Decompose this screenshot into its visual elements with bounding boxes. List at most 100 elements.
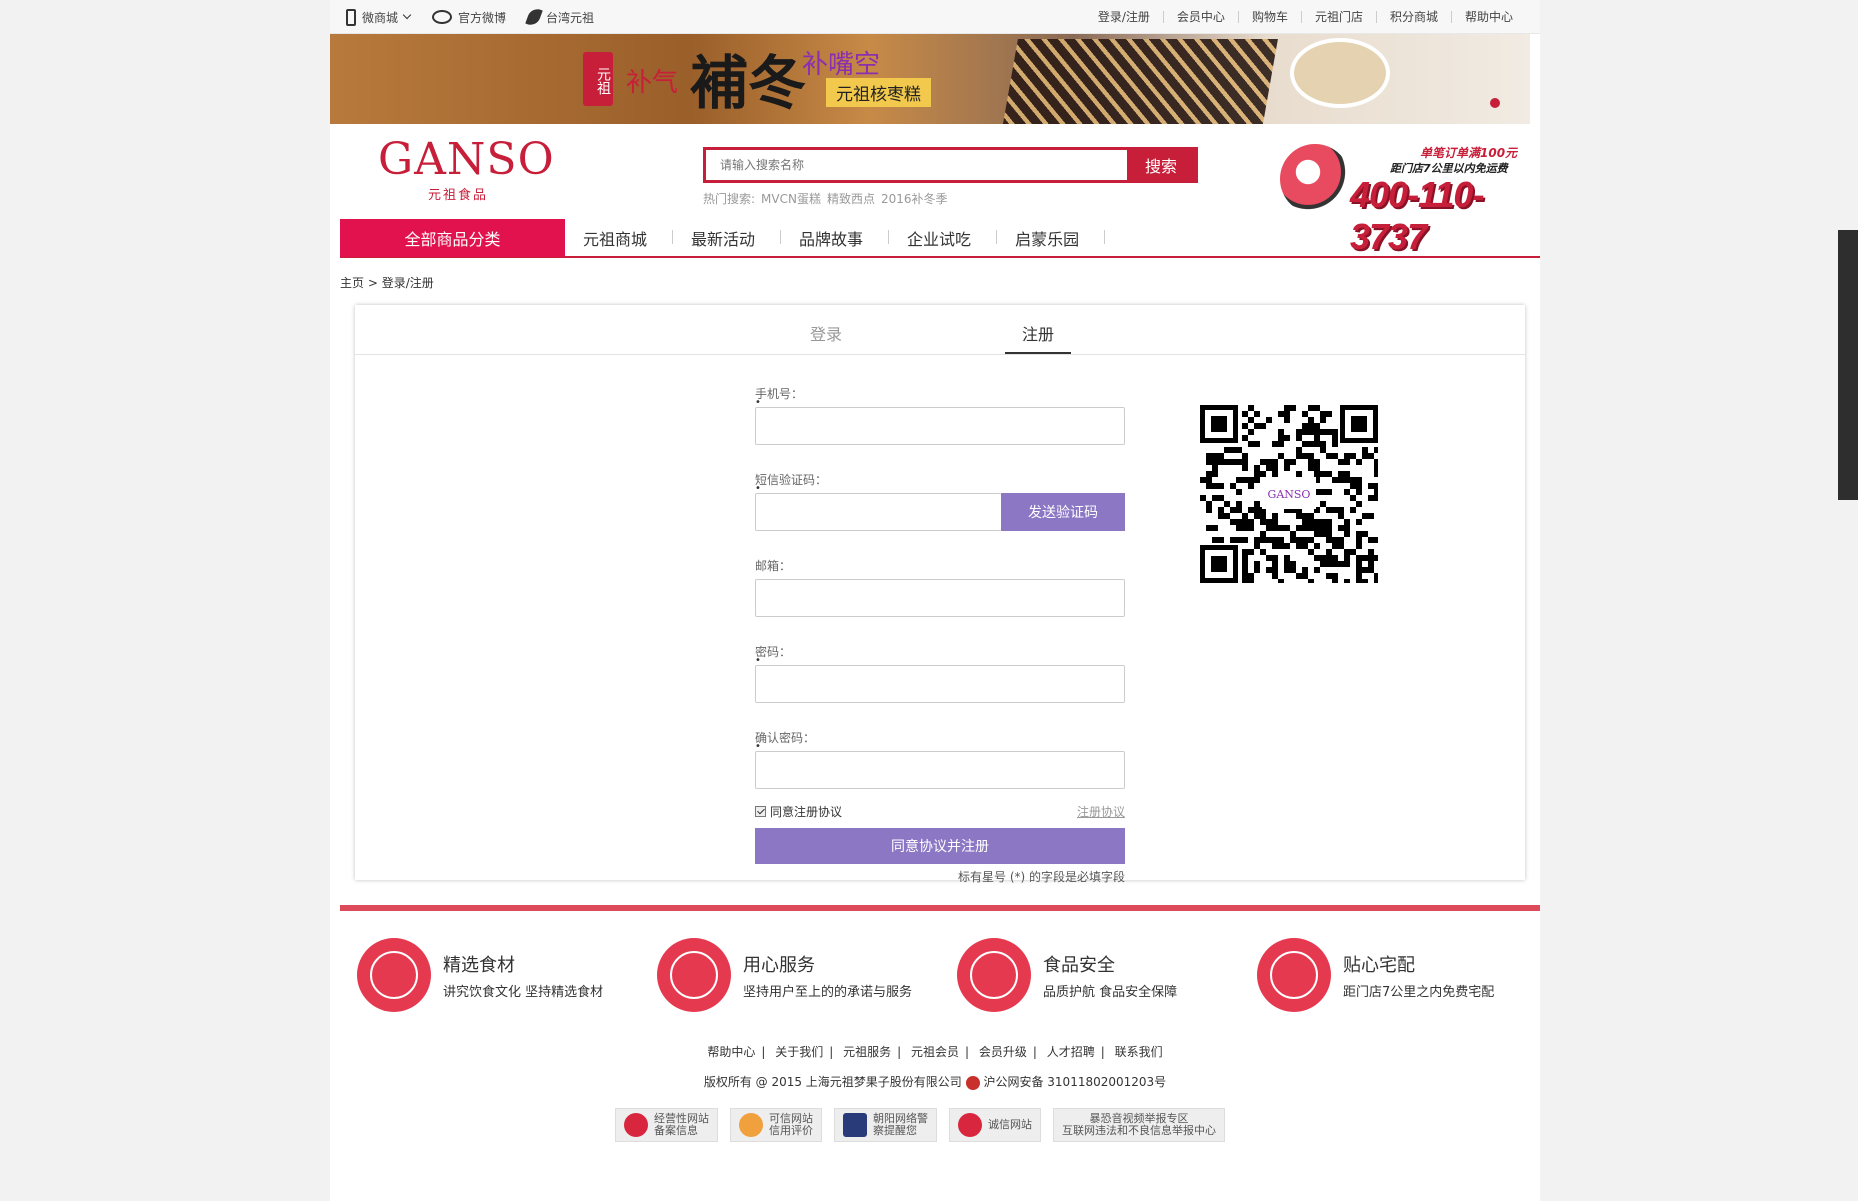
confirm-password-label: 确认密码： bbox=[755, 731, 816, 745]
login-register-link[interactable]: 登录/注册 bbox=[1085, 11, 1163, 23]
banner-text-4: 元祖核枣糕 bbox=[826, 78, 931, 107]
register-submit-button[interactable]: 同意协议并注册 bbox=[755, 828, 1125, 864]
sms-code-input[interactable] bbox=[755, 493, 1001, 531]
sgs-check-icon bbox=[957, 938, 1031, 1012]
weibo-icon bbox=[432, 10, 453, 24]
footer-link[interactable]: 联系我们 bbox=[1109, 1045, 1169, 1059]
hot-search-item[interactable]: MVCN蛋糕 bbox=[761, 190, 821, 207]
tab-register[interactable]: 注册 bbox=[1005, 321, 1072, 354]
register-form: 手机号： • 短信验证码： • 发送验证码 邮箱： 密码： • 确认密码： • … bbox=[755, 385, 1125, 885]
email-label: 邮箱： bbox=[755, 559, 792, 573]
footer-link[interactable]: 元祖会员 bbox=[905, 1045, 965, 1059]
hot-search-item[interactable]: 精致西点 bbox=[827, 190, 875, 207]
badge-report-center[interactable]: 暴恐音视频举报专区 互联网违法和不良信息举报中心 bbox=[1053, 1108, 1225, 1142]
banner-walnut-plate-image bbox=[1290, 38, 1390, 108]
page: 微商城 官方微博 台湾元祖 登录/注册 会员中心 购物车 元祖门店 积分商城 帮… bbox=[330, 0, 1540, 1201]
badge-business-record[interactable]: 经营性网站 备案信息 bbox=[615, 1108, 718, 1142]
nav-item-kids-park[interactable]: 启蒙乐园 bbox=[997, 226, 1106, 250]
nav-item-ganso-mall[interactable]: 元祖商城 bbox=[565, 226, 674, 250]
police-badge-icon bbox=[965, 1075, 980, 1090]
agree-checkbox[interactable]: 同意注册协议 bbox=[755, 803, 842, 820]
footer-divider bbox=[340, 905, 1540, 911]
chevron-down-icon bbox=[402, 10, 412, 20]
banner-text-2: 補冬 bbox=[690, 49, 807, 117]
footer-link[interactable]: 关于我们 bbox=[769, 1045, 829, 1059]
phone-icon bbox=[346, 8, 356, 26]
nav-item-brand-story[interactable]: 品牌故事 bbox=[781, 226, 890, 250]
delivery-promo: 单笔订单满100元 距门店7公里以内免运费 400-110-3737 bbox=[1280, 130, 1520, 257]
required-mark: • bbox=[755, 397, 761, 408]
police-icon bbox=[843, 1113, 867, 1137]
hot-searches: 热门搜索: MVCN蛋糕 精致西点 2016补冬季 bbox=[703, 190, 948, 207]
top-bar: 微商城 官方微博 台湾元祖 登录/注册 会员中心 购物车 元祖门店 积分商城 帮… bbox=[330, 0, 1540, 34]
password-label: 密码： bbox=[755, 645, 792, 659]
agreement-row: 同意注册协议 注册协议 bbox=[755, 803, 1125, 820]
copyright: 版权所有 @ 2015 上海元祖梦果子股份有限公司 沪公网安备 31011802… bbox=[703, 1075, 1167, 1090]
feature-ingredients: 精选食材 讲究饮食文化 坚持精选食材 bbox=[340, 935, 640, 1015]
tab-login[interactable]: 登录 bbox=[810, 321, 842, 345]
phone-label: 手机号： bbox=[755, 387, 804, 401]
feature-service: 用心服务 坚持用户至上的的承诺与服务 bbox=[640, 935, 940, 1015]
search-bar: 搜索 bbox=[703, 147, 1198, 183]
heart-icon bbox=[657, 938, 731, 1012]
hot-search-item[interactable]: 2016补冬季 bbox=[881, 190, 948, 207]
rabbit-scooter-icon bbox=[1280, 144, 1350, 214]
ring-icon bbox=[739, 1113, 763, 1137]
checkbox-checked-icon[interactable] bbox=[755, 806, 766, 817]
footer-link[interactable]: 元祖服务 bbox=[837, 1045, 897, 1059]
ganso-logo[interactable]: GANSO 元祖食品 bbox=[378, 138, 554, 208]
banner-seal: 元祖 bbox=[583, 52, 613, 106]
main-nav: 全部商品分类 元祖商城 最新活动 品牌故事 企业试吃 启蒙乐园 bbox=[340, 219, 1540, 258]
phone-input[interactable] bbox=[755, 407, 1125, 445]
breadcrumb-home[interactable]: 主页 bbox=[340, 276, 364, 290]
badge-integrity-site[interactable]: 诚信网站 bbox=[949, 1108, 1041, 1142]
delivery-truck-icon bbox=[1257, 938, 1331, 1012]
footer-links: 帮助中心 | 关于我们 | 元祖服务 | 元祖会员 | 会员升级 | 人才招聘 | 联系我们 bbox=[330, 1043, 1540, 1060]
sms-code-label: 短信验证码： bbox=[755, 473, 828, 487]
footer-link[interactable]: 人才招聘 bbox=[1041, 1045, 1101, 1059]
agreement-link[interactable]: 注册协议 bbox=[1077, 803, 1125, 820]
nav-item-latest-events[interactable]: 最新活动 bbox=[673, 226, 782, 250]
weibo-link[interactable]: 官方微博 bbox=[432, 9, 506, 26]
points-mall-link[interactable]: 积分商城 bbox=[1375, 11, 1451, 23]
icp-link[interactable]: 沪公网安备 31011802001203号 bbox=[983, 1075, 1166, 1089]
footer-link[interactable]: 帮助中心 bbox=[701, 1045, 761, 1059]
badge-trusted-site[interactable]: 可信网站 信用评价 bbox=[730, 1108, 822, 1142]
ganso-laurel-icon bbox=[357, 938, 431, 1012]
trust-badges: 经营性网站 备案信息 可信网站 信用评价 朝阳网络警 察提醒您 诚信网站 暴恐音视频举… bbox=[615, 1108, 1225, 1142]
banner-slide-dot[interactable] bbox=[1490, 98, 1500, 108]
feature-delivery: 贴心宅配 距门店7公里之内免费宅配 bbox=[1240, 935, 1540, 1015]
password-input[interactable] bbox=[755, 665, 1125, 703]
promo-banner[interactable]: 元祖 补气 補冬 补嘴空 元祖核枣糕 bbox=[330, 34, 1530, 124]
right-side-toolbar[interactable] bbox=[1838, 230, 1858, 500]
search-button[interactable]: 搜索 bbox=[1127, 150, 1195, 180]
badge-chaoyang-police[interactable]: 朝阳网络警 察提醒您 bbox=[834, 1108, 937, 1142]
banner-cake-image bbox=[1002, 39, 1278, 124]
footer-link[interactable]: 会员升级 bbox=[973, 1045, 1033, 1059]
integrity-icon bbox=[958, 1113, 982, 1137]
auth-tabs: 登录 注册 bbox=[355, 305, 1525, 355]
email-input[interactable] bbox=[755, 579, 1125, 617]
cart-link[interactable]: 购物车 bbox=[1237, 11, 1301, 23]
member-center-link[interactable]: 会员中心 bbox=[1162, 11, 1238, 23]
stores-link[interactable]: 元祖门店 bbox=[1300, 11, 1376, 23]
send-code-button[interactable]: 发送验证码 bbox=[1001, 493, 1125, 531]
breadcrumb: 主页 > 登录/注册 bbox=[340, 276, 434, 290]
shield-icon bbox=[624, 1113, 648, 1137]
help-center-link[interactable]: 帮助中心 bbox=[1450, 11, 1526, 23]
banner-text-3: 补嘴空 bbox=[802, 50, 881, 80]
qr-code: GANSO bbox=[1200, 405, 1378, 583]
leaf-icon bbox=[525, 6, 543, 28]
breadcrumb-current: 登录/注册 bbox=[381, 276, 434, 290]
search-input[interactable] bbox=[706, 150, 1127, 180]
auth-card: 登录 注册 手机号： • 短信验证码： • 发送验证码 邮箱： 密码： • 确认… bbox=[355, 305, 1525, 884]
required-mark: • bbox=[755, 655, 761, 666]
qr-logo-text: GANSO bbox=[1268, 488, 1311, 501]
confirm-password-input[interactable] bbox=[755, 751, 1125, 789]
service-features: 精选食材 讲究饮食文化 坚持精选食材 用心服务 坚持用户至上的的承诺与服务 食品安全… bbox=[340, 935, 1540, 1015]
wechat-shop-link[interactable]: 微商城 bbox=[346, 8, 412, 26]
all-categories-button[interactable]: 全部商品分类 bbox=[340, 219, 565, 257]
taiwan-ganso-link[interactable]: 台湾元祖 bbox=[525, 6, 594, 28]
banner-text-1: 补气 bbox=[626, 68, 679, 98]
nav-item-corporate-tasting[interactable]: 企业试吃 bbox=[889, 226, 998, 250]
